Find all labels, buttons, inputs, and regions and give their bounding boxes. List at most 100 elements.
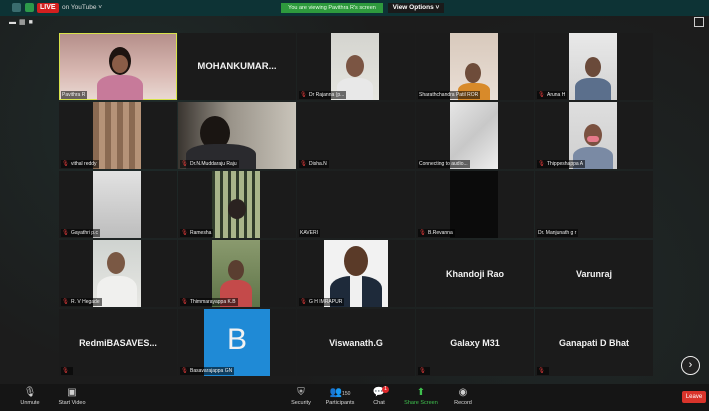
chat-label: Chat <box>373 400 385 406</box>
mic-muted-icon: 🎙 <box>62 368 69 374</box>
participant-name: 🎙 Thimmarayappa K.B <box>180 298 238 306</box>
participant-tile[interactable]: 🎙 Dr.N.Muddaraju Raju <box>178 102 296 169</box>
participant-tile[interactable]: 🎙 Ramesha <box>178 171 296 238</box>
participant-name: 🎙 <box>61 367 73 375</box>
participants-button[interactable]: 👥150 Participants <box>322 386 358 406</box>
mic-muted-icon: 🎙 <box>62 230 69 236</box>
security-button[interactable]: ⛨ Security <box>288 386 314 406</box>
person-face <box>107 252 125 274</box>
mic-muted-icon: 🎙 <box>538 92 545 98</box>
participant-big-name: MOHANKUMAR... <box>197 61 277 72</box>
mic-muted-icon: 🎙 <box>300 92 307 98</box>
video-feed <box>93 102 141 169</box>
participant-name: 🎙 Dr Rajanna (p... <box>299 91 347 99</box>
gallery-view-icon[interactable]: ▦ <box>19 19 29 26</box>
participant-tile[interactable]: 🎙 Thippeshappa A <box>535 102 653 169</box>
participant-tile[interactable]: MOHANKUMAR... <box>178 33 296 100</box>
name-text: Pavithra R <box>62 92 86 98</box>
share-screen-label: Share Screen <box>404 400 438 406</box>
participant-name: Connecting to audio... <box>418 160 470 168</box>
youtube-label: on YouTube <box>62 4 97 11</box>
participant-tile[interactable]: KAVERI <box>297 171 415 238</box>
participant-name: 🎙 <box>418 367 430 375</box>
mic-muted-icon: 🎙 <box>419 368 426 374</box>
participant-name: KAVERI <box>299 229 320 237</box>
start-video-label: Start Video <box>58 400 86 406</box>
participant-tile[interactable]: Varunraj <box>535 240 653 307</box>
person-face <box>228 260 244 280</box>
participant-tile[interactable]: Galaxy M31 🎙 <box>416 309 534 376</box>
unmute-label: Unmute <box>20 400 40 406</box>
participant-tile[interactable]: 🎙 Dr Rajanna (p... <box>297 33 415 100</box>
participant-tile[interactable]: 🎙 B.Revanna <box>416 171 534 238</box>
participant-name: 🎙 Basavarajappa GN <box>180 367 235 375</box>
participant-tile[interactable]: B 🎙 Basavarajappa GN <box>178 309 296 376</box>
name-text: Dr Rajanna (p... <box>308 92 345 98</box>
name-text: KAVERI <box>300 230 318 236</box>
mic-muted-icon: 🎙 <box>300 299 307 305</box>
participant-tile[interactable]: 🎙 R. V Hegade <box>59 240 177 307</box>
video-off-icon: ▣ <box>67 387 77 398</box>
participant-name: 🎙 G H IMRAPUR <box>299 298 345 306</box>
mic-muted-icon: 🎙 <box>23 387 37 398</box>
name-text: Connecting to audio... <box>419 161 468 167</box>
name-text: Gayathri p.c <box>70 230 98 236</box>
name-text: Thimmarayappa K.B <box>189 299 236 305</box>
next-page-arrow-icon[interactable]: › <box>681 356 700 375</box>
name-text: G H IMRAPUR <box>308 299 343 305</box>
participant-tile[interactable]: 🎙 Gayathri p.c <box>59 171 177 238</box>
participant-tile[interactable]: 🎙 vithal reddy <box>59 102 177 169</box>
participant-tile[interactable]: 🎙 G H IMRAPUR <box>297 240 415 307</box>
expand-icon[interactable] <box>694 17 704 27</box>
app-icon[interactable] <box>12 3 21 12</box>
person-face <box>344 246 368 276</box>
participant-tile[interactable]: Ganapati D Bhat 🎙 <box>535 309 653 376</box>
participant-name: 🎙 Gayathri p.c <box>61 229 100 237</box>
participant-name: Dr. Manjunath g r <box>537 229 579 237</box>
leave-button[interactable]: Leave <box>682 391 706 403</box>
video-feed <box>450 171 498 238</box>
youtube-stream-label[interactable]: on YouTube ˅ <box>62 3 102 13</box>
person-face <box>346 55 364 77</box>
participant-tile[interactable]: Viswanath.G <box>297 309 415 376</box>
name-text: Aruna H <box>546 92 566 98</box>
record-label: Record <box>454 400 472 406</box>
person-face <box>465 63 481 83</box>
participant-name: 🎙 Dr.N.Muddaraju Raju <box>180 160 239 168</box>
unmute-button[interactable]: 🎙 Unmute <box>16 386 44 406</box>
share-screen-button[interactable]: ⬆ Share Screen <box>402 386 440 406</box>
participant-tile[interactable]: Sharathchandra Patil ROR <box>416 33 534 100</box>
participant-big-name: Viswanath.G <box>329 337 383 348</box>
mic-muted-icon: 🎙 <box>538 161 545 167</box>
start-video-button[interactable]: ▣ Start Video <box>56 386 88 406</box>
mic-muted-icon: 🎙 <box>181 230 188 236</box>
participant-tile[interactable]: Khandoji Rao <box>416 240 534 307</box>
share-screen-icon: ⬆ <box>416 387 426 398</box>
shield-icon[interactable] <box>25 3 34 12</box>
video-feed <box>93 171 141 238</box>
video-feed <box>450 102 498 169</box>
grid-icon[interactable]: ■ <box>29 19 36 26</box>
participant-tile[interactable]: Pavithra R <box>59 33 177 100</box>
participant-big-name: Varunraj <box>575 268 613 279</box>
chat-button[interactable]: 💬 1 Chat <box>367 386 391 406</box>
participant-tile[interactable]: RedmiBASAVES... 🎙 <box>59 309 177 376</box>
shirt <box>350 276 362 307</box>
view-mode-icons[interactable]: ▬▦■ <box>9 18 36 26</box>
mic-muted-icon: 🎙 <box>538 368 545 374</box>
face-mask <box>587 136 599 142</box>
person-face <box>112 55 128 73</box>
participant-tile[interactable]: Dr. Manjunath g r <box>535 171 653 238</box>
participant-tile[interactable]: 🎙 Disha.N <box>297 102 415 169</box>
view-options-button[interactable]: View Options ˅ <box>388 3 444 13</box>
participant-tile[interactable]: 🎙 Thimmarayappa K.B <box>178 240 296 307</box>
name-text: Ramesha <box>189 230 212 236</box>
participant-tile[interactable]: 🎙 Aruna H <box>535 33 653 100</box>
live-badge[interactable]: LIVE <box>37 3 59 13</box>
minimize-icon[interactable]: ▬ <box>9 19 19 26</box>
person-face <box>585 57 601 77</box>
participant-tile[interactable]: Connecting to audio... <box>416 102 534 169</box>
name-text: Disha.N <box>308 161 327 167</box>
record-button[interactable]: ◉ Record <box>450 386 476 406</box>
avatar-letter: B <box>226 322 247 356</box>
